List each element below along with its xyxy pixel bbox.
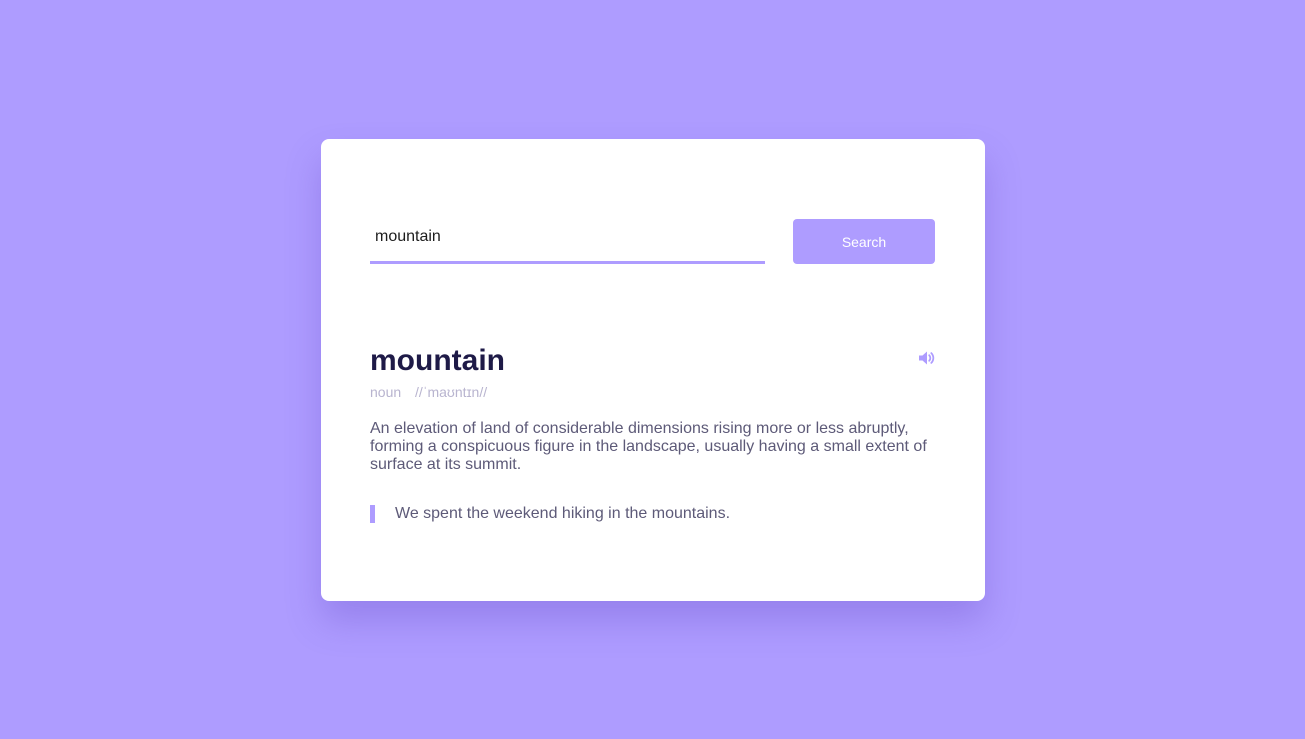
word-meta: noun //ˈmaʊntɪn//: [370, 383, 936, 401]
definition-text: An elevation of land of considerable dim…: [370, 420, 927, 473]
quote-bar: [370, 505, 375, 523]
search-button[interactable]: Search: [793, 219, 935, 264]
search-row: Search: [370, 219, 936, 264]
phonetic-text: //ˈmaʊntɪn//: [415, 384, 488, 400]
example-quote: We spent the weekend hiking in the mount…: [370, 505, 936, 523]
volume-icon: [919, 351, 935, 365]
result-section: mountain noun //ˈmaʊntɪn// An elevation …: [370, 342, 936, 523]
word-row: mountain: [370, 342, 936, 380]
search-input[interactable]: [370, 219, 765, 264]
example-text: We spent the weekend hiking in the mount…: [395, 505, 731, 522]
word-title: mountain: [370, 344, 505, 377]
play-pronunciation-button[interactable]: [918, 349, 936, 367]
part-of-speech: noun: [370, 384, 402, 400]
dictionary-card: Search mountain noun //ˈmaʊntɪn// An ele…: [321, 139, 985, 601]
